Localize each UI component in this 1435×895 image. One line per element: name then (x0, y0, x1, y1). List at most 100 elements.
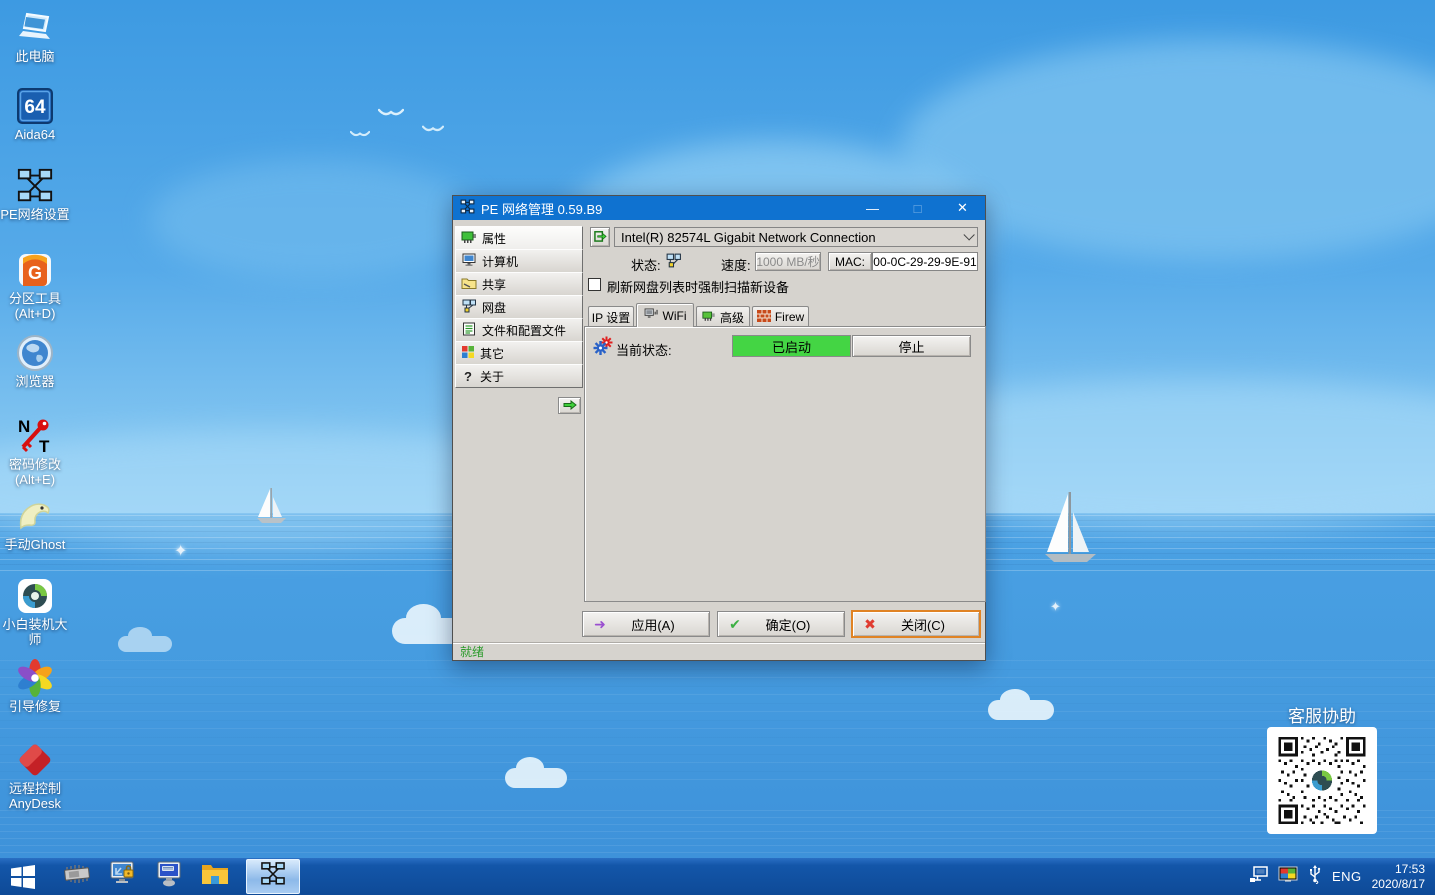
taskbar-cpu-tool[interactable] (54, 858, 100, 895)
ghost-icon (15, 496, 55, 536)
sidebar-item-computer[interactable]: 计算机 (455, 249, 583, 273)
advanced-icon (702, 310, 716, 325)
tray-display-icon[interactable] (1278, 866, 1298, 888)
sidebar-item-share[interactable]: 共享 (455, 272, 583, 296)
wifi-tab-panel (584, 326, 986, 602)
title-bar[interactable]: PE 网络管理 0.59.B9 — □ ✕ (453, 196, 985, 220)
desktop-icon-anydesk[interactable]: 远程控制 AnyDesk (0, 740, 70, 812)
folder-icon (200, 861, 230, 892)
desktop-icon-label: 分区工具 (Alt+D) (0, 292, 70, 322)
taskbar-file-explorer[interactable] (192, 858, 238, 895)
speed-value: 1000 MB/秒 (755, 252, 821, 271)
tray-usb-icon[interactable] (1308, 865, 1322, 889)
refresh-adapters-button[interactable] (590, 227, 610, 247)
desktop-icon-aida64[interactable]: 64 Aida64 (0, 86, 70, 143)
tab-firewall[interactable]: Firew (752, 306, 809, 327)
tiles-icon (461, 345, 475, 362)
sidebar-item-network-drive[interactable]: 网盘 (455, 295, 583, 319)
sidebar-item-files-profiles[interactable]: 文件和配置文件 (455, 318, 583, 342)
ok-label: 确定(O) (752, 615, 824, 634)
tab-label: 高级 (720, 309, 744, 326)
x-icon: ✖ (853, 616, 887, 633)
start-button[interactable] (0, 858, 46, 895)
pe-network-manager-window: PE 网络管理 0.59.B9 — □ ✕ 属性 计算机 共享 (452, 195, 986, 661)
desktop-icon-xiaobai[interactable]: 小白装机大师 (0, 576, 70, 648)
taskbar-pecmd-tool[interactable] (146, 858, 192, 895)
force-scan-checkbox[interactable] (588, 278, 601, 291)
support-qr-code (1267, 727, 1377, 834)
swirl-icon (15, 576, 55, 616)
bird (422, 125, 444, 137)
sidebar-item-label: 属性 (482, 230, 506, 247)
anydesk-icon (15, 740, 55, 780)
desktop-icon-label: 手动Ghost (0, 538, 70, 553)
apply-arrow-icon: ➜ (583, 616, 617, 633)
adapter-name: Intel(R) 82574L Gigabit Network Connecti… (621, 230, 963, 245)
question-icon: ? (461, 369, 475, 384)
check-icon: ✔ (718, 616, 752, 633)
ocean-ripples (0, 810, 1435, 855)
tab-wifi[interactable]: WiFi (636, 303, 694, 327)
adapter-select[interactable]: Intel(R) 82574L Gigabit Network Connecti… (614, 227, 978, 247)
tab-ip-settings[interactable]: IP 设置 (588, 306, 634, 327)
monitor-keyboard-icon (154, 860, 184, 893)
tab-advanced[interactable]: 高级 (696, 306, 750, 327)
apply-button[interactable]: ➜ 应用(A) (582, 611, 710, 637)
minimize-button[interactable]: — (850, 196, 895, 220)
desktop-wallpaper: ✦ ✦ 此电脑 64 Aida64 PE网络设置 G 分区工具 (Alt+D) … (0, 0, 1435, 895)
chip-icon (62, 861, 92, 892)
desktop-icon-browser[interactable]: 浏览器 (0, 333, 70, 390)
diskgenius-icon: G (15, 250, 55, 290)
status-bar-text: 就绪 (460, 643, 484, 660)
mac-label: MAC: (828, 252, 872, 271)
close-button[interactable]: ✖ 关闭(C) (852, 611, 980, 637)
desktop-icon-pe-network[interactable]: PE网络设置 (0, 166, 70, 223)
desktop-icon-boot-repair[interactable]: 引导修复 (0, 658, 70, 715)
svg-text:T: T (39, 437, 50, 456)
desktop-icon-password-reset[interactable]: NT 密码修改 (Alt+E) (0, 416, 70, 488)
desktop-icon-label: 浏览器 (0, 375, 70, 390)
desktop-icon-label: 引导修复 (0, 700, 70, 715)
desktop-icon-manual-ghost[interactable]: 手动Ghost (0, 496, 70, 553)
refresh-arrow-icon (594, 229, 607, 245)
clock-time: 17:53 (1372, 862, 1425, 877)
taskbar-lock-tool[interactable] (100, 858, 146, 895)
svg-text:N: N (18, 417, 30, 436)
status-label: 状态: (631, 255, 661, 274)
sidebar-item-label: 关于 (480, 368, 504, 385)
status-bar: 就绪 (453, 642, 985, 660)
sidebar-item-label: 共享 (482, 276, 506, 293)
apply-label: 应用(A) (617, 615, 689, 634)
pinwheel-icon (15, 658, 55, 698)
ok-button[interactable]: ✔ 确定(O) (717, 611, 845, 637)
window-network-icon (460, 199, 475, 217)
network-nodes-icon (260, 861, 286, 892)
maximize-button[interactable]: □ (895, 196, 940, 220)
bird (378, 108, 404, 120)
cloud-puff (505, 768, 567, 788)
clock-date: 2020/8/17 (1372, 877, 1425, 892)
green-arrow-icon (563, 398, 577, 413)
sidebar-expand-button[interactable] (558, 397, 581, 414)
sidebar-item-label: 计算机 (482, 253, 518, 270)
language-indicator[interactable]: ENG (1332, 869, 1362, 884)
sidebar-item-other[interactable]: 其它 (455, 341, 583, 365)
sidebar-item-label: 网盘 (482, 299, 506, 316)
desktop-icon-this-pc[interactable]: 此电脑 (0, 8, 70, 65)
taskbar-active-pe-network[interactable] (246, 859, 300, 894)
sidebar-item-label: 文件和配置文件 (482, 322, 566, 339)
close-window-button[interactable]: ✕ (940, 196, 985, 220)
sailboat-large (1042, 490, 1100, 583)
water-sparkle: ✦ (1050, 600, 1061, 613)
tab-label: IP 设置 (592, 309, 630, 326)
sidebar-item-properties[interactable]: 属性 (455, 226, 583, 250)
sailboat-small (255, 487, 289, 536)
nic-icon (461, 230, 477, 247)
water-sparkle: ✦ (174, 544, 187, 560)
bird (350, 130, 370, 142)
sidebar-item-about[interactable]: ? 关于 (455, 364, 583, 388)
desktop-icon-partition-tool[interactable]: G 分区工具 (Alt+D) (0, 250, 70, 322)
support-assist-label: 客服协助 (1260, 702, 1384, 727)
tray-network-icon[interactable] (1249, 866, 1268, 888)
taskbar-clock[interactable]: 17:53 2020/8/17 (1372, 862, 1425, 892)
